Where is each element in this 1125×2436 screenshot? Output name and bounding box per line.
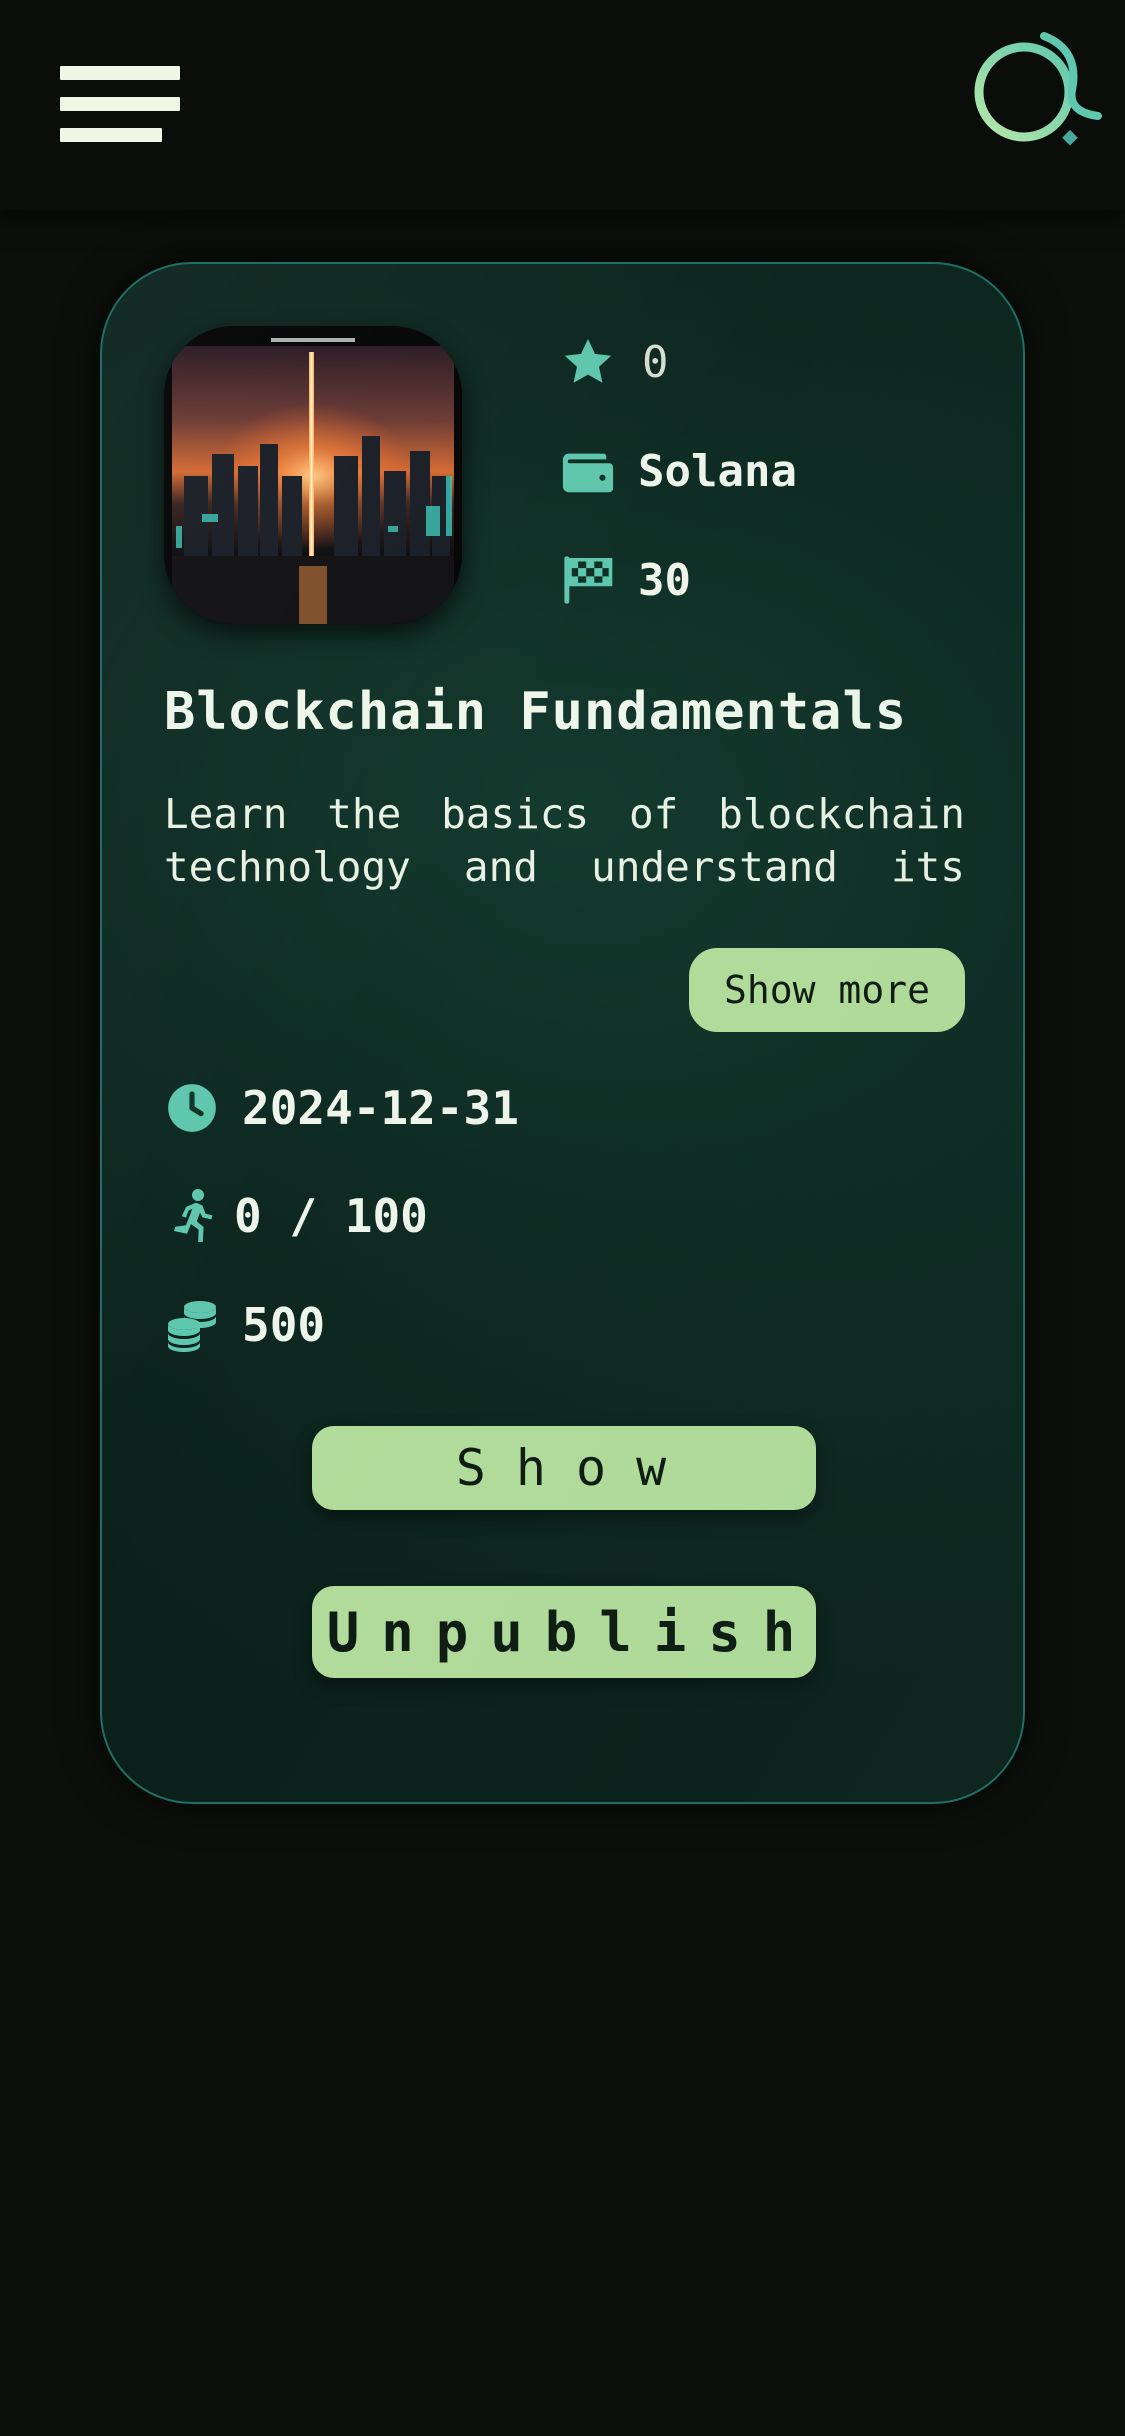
hamburger-menu-icon[interactable]	[60, 66, 180, 142]
running-person-icon	[164, 1188, 220, 1244]
show-button[interactable]: Show	[312, 1426, 816, 1510]
chain-row: Solana	[558, 441, 797, 501]
course-thumbnail	[164, 326, 462, 624]
star-icon	[558, 332, 618, 392]
unpublish-button[interactable]: Unpublish	[312, 1586, 816, 1678]
reward-amount: 500	[242, 1298, 326, 1352]
reward-row: 500	[164, 1295, 325, 1355]
wallet-icon	[558, 441, 618, 501]
chain-name: Solana	[638, 445, 797, 497]
app-logo-icon[interactable]	[972, 30, 1102, 150]
menu-bar	[60, 66, 180, 80]
deadline-date: 2024-12-31	[242, 1081, 519, 1135]
course-card: 0 Solana 30 Blockchain Fundamentals Lear…	[100, 262, 1025, 1804]
participants-row: 0 / 100	[164, 1186, 428, 1246]
checkered-flag-icon	[558, 550, 618, 610]
tasks-row: 30	[558, 550, 691, 610]
rating-row: 0	[558, 332, 669, 392]
course-title: Blockchain Fundamentals	[164, 682, 908, 742]
app-header	[0, 0, 1125, 210]
clock-icon	[164, 1080, 220, 1136]
course-description: Learn the basics of blockchain technolog…	[164, 790, 965, 891]
rating-value: 0	[642, 336, 669, 388]
show-more-button[interactable]: Show more	[689, 948, 965, 1032]
deadline-row: 2024-12-31	[164, 1078, 519, 1138]
menu-bar	[60, 128, 162, 142]
coins-icon	[164, 1297, 220, 1353]
participants-count: 0 / 100	[234, 1189, 428, 1243]
menu-bar	[60, 97, 180, 111]
tasks-count: 30	[638, 554, 691, 606]
